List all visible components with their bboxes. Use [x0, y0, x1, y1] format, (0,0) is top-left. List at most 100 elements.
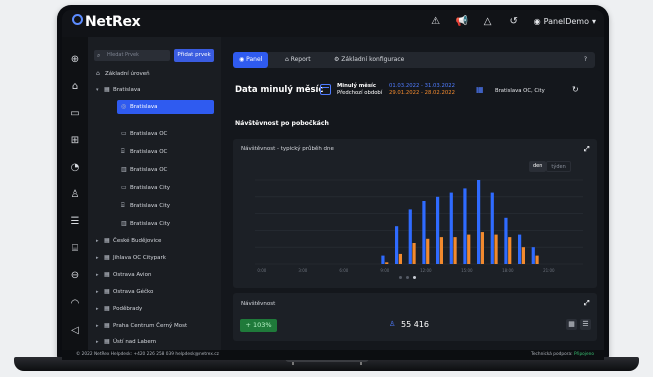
chart-bar[interactable]	[508, 237, 512, 264]
expand-icon[interactable]: ⤢	[584, 145, 590, 154]
person-icon[interactable]: ♙	[62, 189, 88, 200]
period-header: Data minulý měsíc Minulý měsíc Předchozí…	[233, 78, 595, 102]
wifi-icon[interactable]: ◠	[62, 298, 88, 309]
chart-bar[interactable]	[381, 255, 385, 264]
visits-delta-badge: + 103%	[240, 319, 277, 332]
chart-bar[interactable]	[426, 238, 430, 264]
tree-child-label: Bratislava OC	[130, 149, 168, 155]
tree-child-label: Bratislava	[130, 104, 158, 110]
tree-group[interactable]: ▸ ▦ České Budějovice	[96, 236, 161, 246]
tree-child-5[interactable]: ⌸ Bratislava City	[121, 201, 170, 211]
tree-child-0[interactable]: ◎ Bratislava	[117, 100, 214, 114]
toggle-day[interactable]: den	[529, 161, 547, 172]
chart-bar[interactable]	[535, 255, 539, 264]
chart-bar[interactable]	[436, 196, 440, 264]
basket-icon[interactable]: ⌸	[62, 243, 88, 254]
carousel-dot-active[interactable]	[413, 276, 416, 279]
warning-icon[interactable]: ⚠	[430, 16, 442, 27]
tree-child-1[interactable]: ▭ Bratislava OC	[121, 129, 167, 139]
chart-bar[interactable]	[395, 226, 399, 264]
tree-child-4[interactable]: ▭ Bratislava City	[121, 183, 170, 193]
alert-icon[interactable]: △	[482, 16, 494, 27]
megaphone-icon[interactable]: 📢	[456, 16, 468, 27]
branch-selector[interactable]: Bratislava OC, City	[495, 88, 545, 94]
toggle-week[interactable]: týden	[546, 161, 571, 172]
tree-group[interactable]: ▸ ▦ Praha Centrum Černý Most	[96, 321, 187, 331]
x-tick-label: 15:00	[461, 268, 473, 273]
database-icon[interactable]: ☰	[62, 216, 88, 227]
chevron-right-icon: ▸	[96, 339, 99, 345]
chart-bar[interactable]	[463, 188, 467, 264]
analytics-icon[interactable]: ◔	[62, 162, 88, 173]
speaker-icon[interactable]: ◁	[62, 325, 88, 336]
car-icon[interactable]: ⊖	[62, 270, 88, 281]
x-tick-label: 6:00	[339, 268, 348, 273]
chart-bar[interactable]	[439, 237, 443, 264]
chart-bar[interactable]	[467, 234, 471, 264]
globe-icon[interactable]: ⊕	[62, 54, 88, 65]
tab-panel[interactable]: ◉ Panel	[233, 52, 269, 68]
chart-bar[interactable]	[408, 209, 412, 264]
tree-child-label: Bratislava OC	[130, 167, 168, 173]
chart-bar[interactable]	[449, 192, 453, 264]
tree-group[interactable]: ▸ ▦ Jihlava OC Citypark	[96, 253, 166, 263]
add-item-button[interactable]: Přidat prvek	[174, 49, 214, 62]
calendar-icon[interactable]	[320, 84, 331, 95]
tree-root-label: Základní úroveň	[105, 71, 150, 77]
chart-bar[interactable]	[385, 262, 389, 264]
building-icon: ▦	[104, 271, 110, 278]
support-label: Technická podpora:	[530, 352, 573, 357]
chart-bar[interactable]	[398, 253, 402, 264]
grid-icon[interactable]: ⊞	[62, 135, 88, 146]
history-icon[interactable]: ↺	[508, 16, 520, 27]
building-icon: ▦	[104, 237, 110, 244]
tree-branch-bratislava[interactable]: ▾ ▦ Bratislava	[96, 85, 140, 95]
top-bar: NetRex ⚠ 📢 △ ↺ ◉ PanelDemo ▾	[62, 10, 604, 37]
chart-bar[interactable]	[504, 217, 508, 264]
refresh-icon[interactable]: ↻	[572, 85, 579, 94]
page-title: Data minulý měsíc	[235, 85, 324, 95]
chart-bar[interactable]	[453, 237, 457, 264]
grid-view-icon[interactable]: ▦	[566, 319, 577, 330]
chart-bar[interactable]	[480, 232, 484, 264]
chevron-right-icon: ▸	[96, 238, 99, 244]
tab-basic-config[interactable]: ⚙ Základní konfigurace	[328, 52, 410, 68]
user-menu[interactable]: ◉ PanelDemo ▾	[534, 17, 596, 26]
store-icon[interactable]: ⌂	[62, 81, 88, 92]
tree-group[interactable]: ▸ ▦ Ústí nad Labem	[96, 337, 156, 347]
tree-child-label: Bratislava City	[130, 221, 171, 227]
camera-icon[interactable]: ▭	[62, 108, 88, 119]
chart-bar[interactable]	[521, 247, 525, 264]
help-icon[interactable]: ?	[584, 52, 587, 68]
carousel-dot[interactable]	[406, 276, 409, 279]
chart-bar[interactable]	[518, 234, 522, 264]
chart-bar[interactable]	[494, 234, 498, 264]
chart-bar[interactable]	[422, 201, 426, 264]
tree-group[interactable]: ▸ ▦ Poděbrady	[96, 304, 142, 314]
support-status: Připojeno	[573, 352, 594, 357]
building-icon: ▦	[104, 254, 110, 261]
chart-bar[interactable]	[412, 243, 416, 264]
building-icon: ▦	[476, 85, 484, 94]
x-tick-label: 0:00	[257, 268, 266, 273]
expand-icon[interactable]: ⤢	[584, 299, 590, 308]
tree-child-6[interactable]: ▥ Bratislava City	[121, 219, 170, 229]
basket-icon: ⌸	[121, 202, 125, 209]
tab-report[interactable]: ⌂ Report	[279, 52, 317, 68]
chart-bar[interactable]	[490, 192, 494, 264]
tree-group[interactable]: ▸ ▦ Ostrava Géčko	[96, 287, 153, 297]
chart-bar[interactable]	[531, 247, 535, 264]
chevron-down-icon: ▾	[96, 87, 99, 93]
tab-bar: ◉ Panel ⌂ Report ⚙ Základní konfigurace …	[233, 52, 595, 68]
tree-root[interactable]: ⌂ Základní úroveň	[96, 69, 150, 79]
chart-bar[interactable]	[477, 180, 481, 264]
search-input[interactable]: ⌕ Hledat Prvek	[94, 50, 170, 61]
tree-child-2[interactable]: ⌸ Bratislava OC	[121, 147, 167, 157]
user-icon: ◉	[533, 17, 541, 26]
carousel-dot[interactable]	[399, 276, 402, 279]
logo[interactable]: NetRex	[72, 14, 141, 30]
list-view-icon[interactable]: ☰	[580, 319, 591, 330]
tree-child-3[interactable]: ▥ Bratislava OC	[121, 165, 167, 175]
footer: © 2022 NetRex Helpdesk: +420 226 258 039…	[62, 350, 604, 360]
tree-group[interactable]: ▸ ▦ Ostrava Avion	[96, 270, 151, 280]
